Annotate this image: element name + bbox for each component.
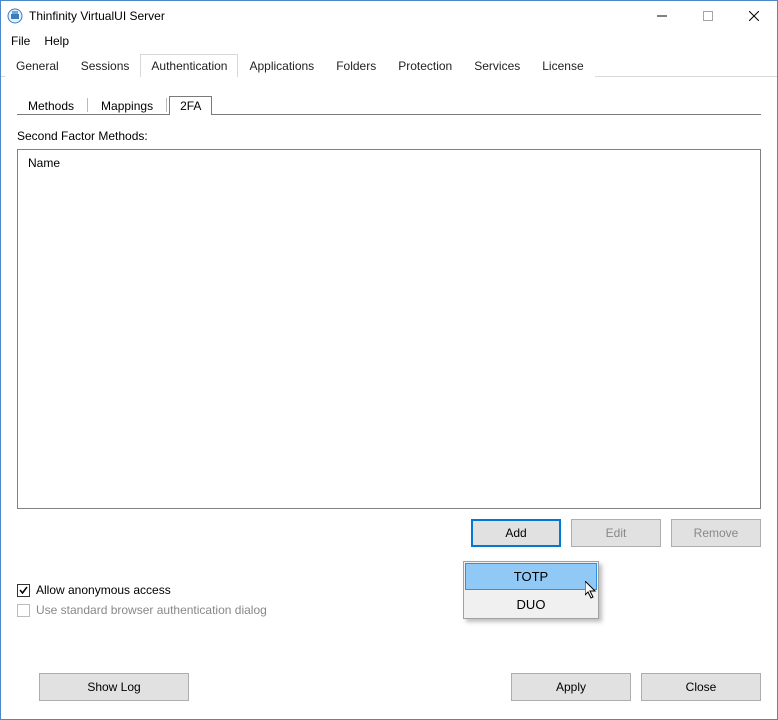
add-dropdown-menu: TOTP DUO [463, 561, 599, 619]
window-controls [639, 1, 777, 31]
tab-applications[interactable]: Applications [238, 54, 325, 77]
add-button[interactable]: Add [471, 519, 561, 547]
sub-tabstrip: Methods Mappings 2FA [17, 95, 761, 115]
dropdown-item-totp[interactable]: TOTP [465, 563, 597, 590]
close-window-button[interactable] [731, 1, 777, 31]
subtab-2fa[interactable]: 2FA [169, 96, 212, 115]
tab-sessions[interactable]: Sessions [70, 54, 141, 77]
show-log-button[interactable]: Show Log [39, 673, 189, 701]
section-label: Second Factor Methods: [17, 129, 761, 143]
allow-anonymous-label[interactable]: Allow anonymous access [36, 583, 171, 597]
dropdown-item-duo[interactable]: DUO [464, 591, 598, 618]
window-frame: Thinfinity VirtualUI Server File Help Ge… [0, 0, 778, 720]
standard-dialog-label: Use standard browser authentication dial… [36, 603, 267, 617]
remove-button: Remove [671, 519, 761, 547]
allow-anonymous-row: Allow anonymous access [17, 583, 761, 597]
footer: Show Log Apply Close [1, 669, 777, 719]
main-tabstrip: General Sessions Authentication Applicat… [1, 53, 777, 77]
tab-folders[interactable]: Folders [325, 54, 387, 77]
titlebar: Thinfinity VirtualUI Server [1, 1, 777, 31]
standard-dialog-row: Use standard browser authentication dial… [17, 603, 761, 617]
maximize-button [685, 1, 731, 31]
close-button[interactable]: Close [641, 673, 761, 701]
standard-dialog-checkbox [17, 604, 30, 617]
subtab-methods[interactable]: Methods [17, 96, 85, 115]
menubar: File Help [1, 31, 777, 51]
tab-services[interactable]: Services [463, 54, 531, 77]
edit-button: Edit [571, 519, 661, 547]
content-area: Methods Mappings 2FA Second Factor Metho… [1, 77, 777, 669]
tab-protection[interactable]: Protection [387, 54, 463, 77]
window-title: Thinfinity VirtualUI Server [29, 9, 639, 23]
tab-authentication[interactable]: Authentication [140, 54, 238, 77]
app-icon [7, 8, 23, 24]
column-header-name[interactable]: Name [18, 150, 760, 176]
second-factor-list[interactable]: Name [17, 149, 761, 509]
subtab-divider [87, 98, 88, 112]
menu-file[interactable]: File [5, 32, 36, 50]
subtab-divider [166, 98, 167, 112]
tab-general[interactable]: General [5, 54, 70, 77]
tab-license[interactable]: License [531, 54, 594, 77]
minimize-button[interactable] [639, 1, 685, 31]
menu-help[interactable]: Help [38, 32, 75, 50]
apply-button[interactable]: Apply [511, 673, 631, 701]
list-button-row: Add Edit Remove [17, 519, 761, 547]
allow-anonymous-checkbox[interactable] [17, 584, 30, 597]
subtab-mappings[interactable]: Mappings [90, 96, 164, 115]
